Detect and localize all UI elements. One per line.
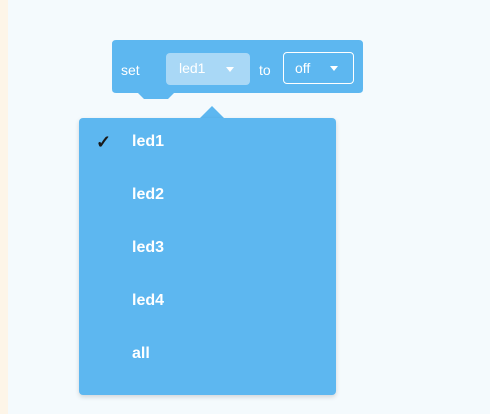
led-dropdown-menu: ✓ led1 led2 led3 led4 all [79,118,336,395]
chevron-down-icon [330,66,338,71]
left-strip [0,0,8,414]
to-label: to [259,62,271,78]
led-select-value: led1 [179,60,206,76]
menu-item-label: led1 [132,133,165,150]
set-led-block[interactable]: set led1 to off [112,40,363,100]
menu-item-led3[interactable]: led3 [79,230,336,270]
menu-item-all[interactable]: all [79,336,336,376]
led-select-field[interactable]: led1 [166,53,250,85]
state-select-field[interactable]: off [283,52,354,84]
menu-item-label: led4 [132,292,165,309]
set-label: set [121,62,140,78]
menu-item-label: led2 [132,186,165,203]
chevron-down-icon [226,67,234,72]
menu-item-led2[interactable]: led2 [79,177,336,217]
menu-item-led4[interactable]: led4 [79,283,336,323]
state-select-value: off [295,60,311,76]
check-icon: ✓ [96,132,112,152]
menu-item-label: all [132,345,150,362]
menu-item-label: led3 [132,239,165,256]
menu-item-led1[interactable]: ✓ led1 [79,124,336,164]
